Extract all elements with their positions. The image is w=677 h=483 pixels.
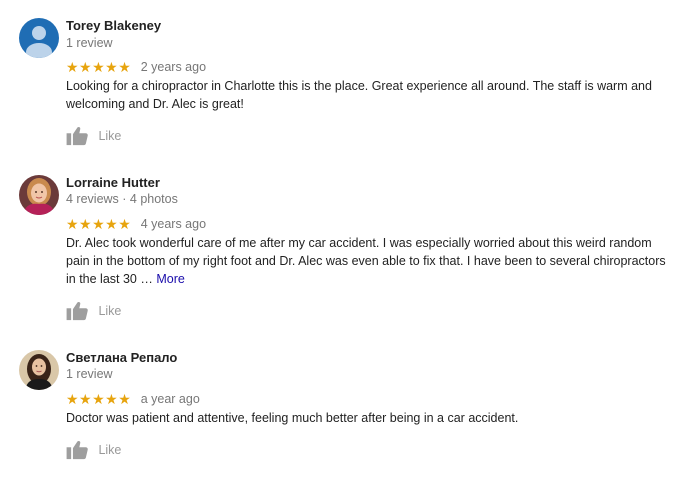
reviewer-name[interactable]: Светлана Репало [66,350,177,365]
review-text-body: Looking for a chiropractor in Charlotte … [66,79,652,111]
reviewer-meta[interactable]: 1 review [66,367,113,381]
more-link[interactable]: More [156,272,184,286]
like-label: Like [98,129,122,143]
like-button[interactable]: Like [66,440,121,460]
avatar[interactable] [19,175,59,215]
avatar[interactable] [19,350,59,390]
rating-row: ★★★★★ 2 years ago [66,58,207,75]
like-label: Like [98,304,122,318]
review-date: 2 years ago [140,59,207,74]
review-text-body: Doctor was patient and attentive, feelin… [66,411,519,425]
review-text: Looking for a chiropractor in Charlotte … [66,77,666,113]
rating-row: ★★★★★ a year ago [66,390,200,407]
default-person-avatar-icon [19,18,59,58]
star-rating: ★★★★★ [66,58,132,75]
reviewer-name[interactable]: Torey Blakeney [66,18,161,33]
review-text: Doctor was patient and attentive, feelin… [66,409,666,427]
thumbs-up-icon [66,441,88,460]
review-date: 4 years ago [140,216,207,231]
star-rating: ★★★★★ [66,390,132,407]
reviewer-meta[interactable]: 4 reviews · 4 photos [66,192,178,206]
review-date: a year ago [140,391,200,406]
reviewer-meta[interactable]: 1 review [66,36,113,50]
star-rating: ★★★★★ [66,215,132,232]
thumbs-up-icon [66,127,88,146]
like-button[interactable]: Like [66,126,121,146]
rating-row: ★★★★★ 4 years ago [66,215,207,232]
like-label: Like [98,443,122,457]
review-text: Dr. Alec took wonderful care of me after… [66,234,666,288]
profile-photo-icon [19,175,59,215]
avatar[interactable] [19,18,59,58]
profile-photo-icon [19,350,59,390]
ellipsis: … [140,272,153,286]
thumbs-up-icon [66,302,88,321]
like-button[interactable]: Like [66,301,121,321]
reviewer-name[interactable]: Lorraine Hutter [66,175,160,190]
